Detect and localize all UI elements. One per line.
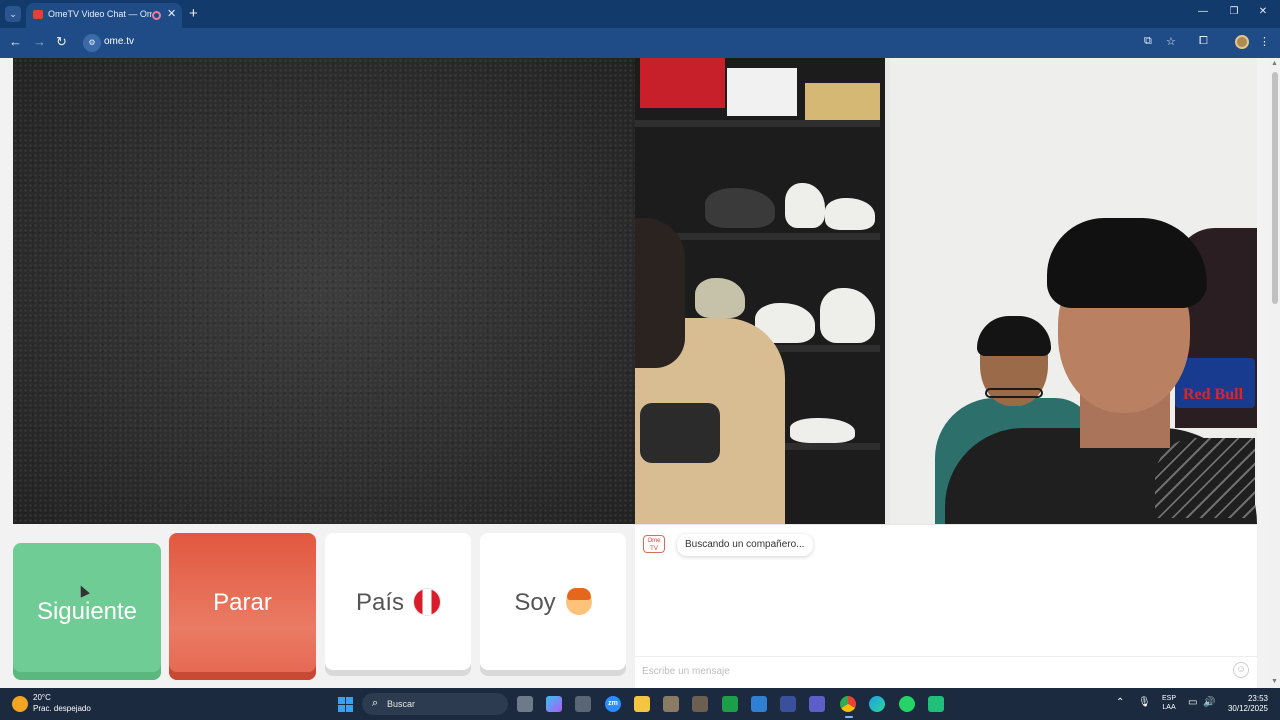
gender-button[interactable]: Soy [480, 533, 626, 670]
store-icon[interactable] [575, 696, 591, 712]
scroll-thumb[interactable] [1272, 72, 1278, 304]
shoe [785, 183, 825, 228]
search-label: Buscar [387, 699, 416, 709]
emoji-icon[interactable]: ☺ [1233, 662, 1249, 678]
cast-icon[interactable]: ⧉ [1144, 35, 1152, 48]
kebab-menu-icon[interactable]: ⋮ [1259, 35, 1270, 48]
weather-temperature[interactable]: 20°C [33, 693, 51, 702]
clock-date: 30/12/2025 [1227, 704, 1268, 713]
stop-button[interactable]: Parar [169, 533, 316, 680]
gender-button-label: Soy [514, 589, 556, 616]
stop-button-label: Parar [213, 589, 272, 616]
shoe [820, 288, 875, 343]
person-left-head [635, 218, 685, 368]
boy-face-icon [565, 588, 592, 615]
task-view-icon[interactable] [517, 696, 533, 712]
taskbar-search[interactable]: ⌕ Buscar [362, 693, 508, 715]
shoe-box [727, 68, 797, 116]
site-info-icon[interactable]: ⚙ [83, 34, 101, 52]
chat-status-message: Buscando un compañero... [677, 534, 813, 556]
puzzle-icon[interactable]: ⧠ [1199, 35, 1208, 48]
jersey-stripes [1155, 438, 1255, 518]
whatsapp-icon[interactable] [899, 696, 915, 712]
arrow-left-icon[interactable]: ← [9, 34, 22, 49]
ometv-page: Red Bull Siguiente Parar País Soy Ome TV… [0, 58, 1280, 688]
self-video: Red Bull [635, 58, 1257, 524]
ometv-favicon-icon [33, 10, 43, 19]
browser-toolbar: ← → ↻ ⚙ ome.tv ⧉ ☆ ⧠ ⋮ [0, 28, 1280, 58]
chat-panel: Ome TV Buscando un compañero... ☺ [635, 524, 1257, 688]
app-icon[interactable] [663, 696, 679, 712]
weather-description[interactable]: Prac. despejado [33, 704, 91, 713]
shoe-box [805, 83, 880, 123]
plus-icon[interactable]: + [189, 5, 198, 22]
glasses [985, 388, 1043, 398]
tab-title: OmeTV Video Chat — Ome [48, 9, 152, 19]
peru-flag-icon [414, 589, 441, 615]
system-clock[interactable]: 23:53 30/12/2025 [1224, 694, 1268, 714]
page-scrollbar[interactable]: ▲ ▼ [1269, 58, 1280, 688]
ometv-logo: Ome TV [643, 535, 665, 553]
teams-icon[interactable] [809, 696, 825, 712]
next-button-label: Siguiente [36, 598, 138, 625]
app-icon[interactable] [780, 696, 796, 712]
shoe [790, 418, 855, 443]
address-bar[interactable]: ⚙ ome.tv [80, 32, 1132, 54]
chat-message-input[interactable] [642, 663, 1222, 679]
shelf-board [635, 120, 880, 127]
profile-avatar-icon[interactable] [1235, 35, 1249, 49]
network-icon[interactable]: ▭ [1188, 697, 1197, 708]
weather-icon[interactable] [12, 696, 28, 712]
chat-input-bar: ☺ [635, 656, 1257, 684]
close-icon[interactable]: ✕ [167, 7, 176, 20]
reload-icon[interactable]: ↻ [56, 34, 67, 50]
star-icon[interactable]: ☆ [1166, 35, 1176, 48]
shoe-box [640, 58, 725, 108]
scroll-up-icon[interactable]: ▲ [1271, 60, 1278, 67]
clock-time: 23:53 [1247, 694, 1268, 703]
minimize-icon[interactable]: — [1193, 6, 1213, 17]
zoom-icon[interactable]: zm [605, 696, 621, 712]
scroll-down-icon[interactable]: ▼ [1271, 678, 1278, 685]
copilot-icon[interactable] [546, 696, 562, 712]
gender-button-content: Soy [480, 588, 626, 617]
red-bull-text: Red Bull [1183, 386, 1244, 403]
video-noise [13, 58, 635, 524]
close-window-icon[interactable]: ✕ [1253, 6, 1273, 17]
tab-strip: ⌄ OmeTV Video Chat — Ome ✕ + — ❐ ✕ [0, 0, 1280, 28]
shoe [695, 278, 745, 318]
app-icon[interactable] [692, 696, 708, 712]
keyboard-layout: LAA [1162, 704, 1176, 711]
chevron-up-icon[interactable]: ⌃ [1116, 697, 1124, 708]
language-code: ESP [1162, 695, 1177, 702]
windows-start-icon[interactable] [338, 697, 353, 712]
chrome-icon[interactable] [840, 696, 856, 712]
search-icon: ⌕ [372, 697, 379, 709]
partner-video-static [13, 58, 635, 524]
microphone [640, 403, 720, 463]
shoe [825, 198, 875, 230]
folder-icon[interactable] [634, 696, 650, 712]
restore-icon[interactable]: ❐ [1224, 6, 1244, 17]
tab-ometv[interactable]: OmeTV Video Chat — Ome ✕ [26, 3, 182, 28]
language-indicator[interactable]: ESP LAA [1162, 694, 1176, 712]
country-button-label: País [355, 589, 405, 616]
country-button[interactable]: País [325, 533, 471, 670]
recording-icon [152, 11, 161, 20]
vscode-icon[interactable] [751, 696, 767, 712]
country-button-content: País [325, 589, 471, 617]
microphone-icon[interactable]: 🎙 [1138, 697, 1151, 708]
chevron-down-icon[interactable]: ⌄ [5, 6, 21, 22]
volume-icon[interactable]: 🔊 [1203, 697, 1215, 708]
arrow-right-icon[interactable]: → [33, 34, 46, 49]
url-text[interactable]: ome.tv [104, 36, 134, 47]
shoe [705, 188, 775, 228]
excel-icon[interactable] [722, 696, 738, 712]
windows-taskbar: 20°C Prac. despejado ⌕ Buscar zm ⌃ 🎙 ESP… [0, 688, 1280, 720]
app-icon[interactable] [928, 696, 944, 712]
edge-icon[interactable] [869, 696, 885, 712]
active-app-indicator [845, 716, 853, 718]
next-button[interactable]: Siguiente [13, 543, 161, 680]
